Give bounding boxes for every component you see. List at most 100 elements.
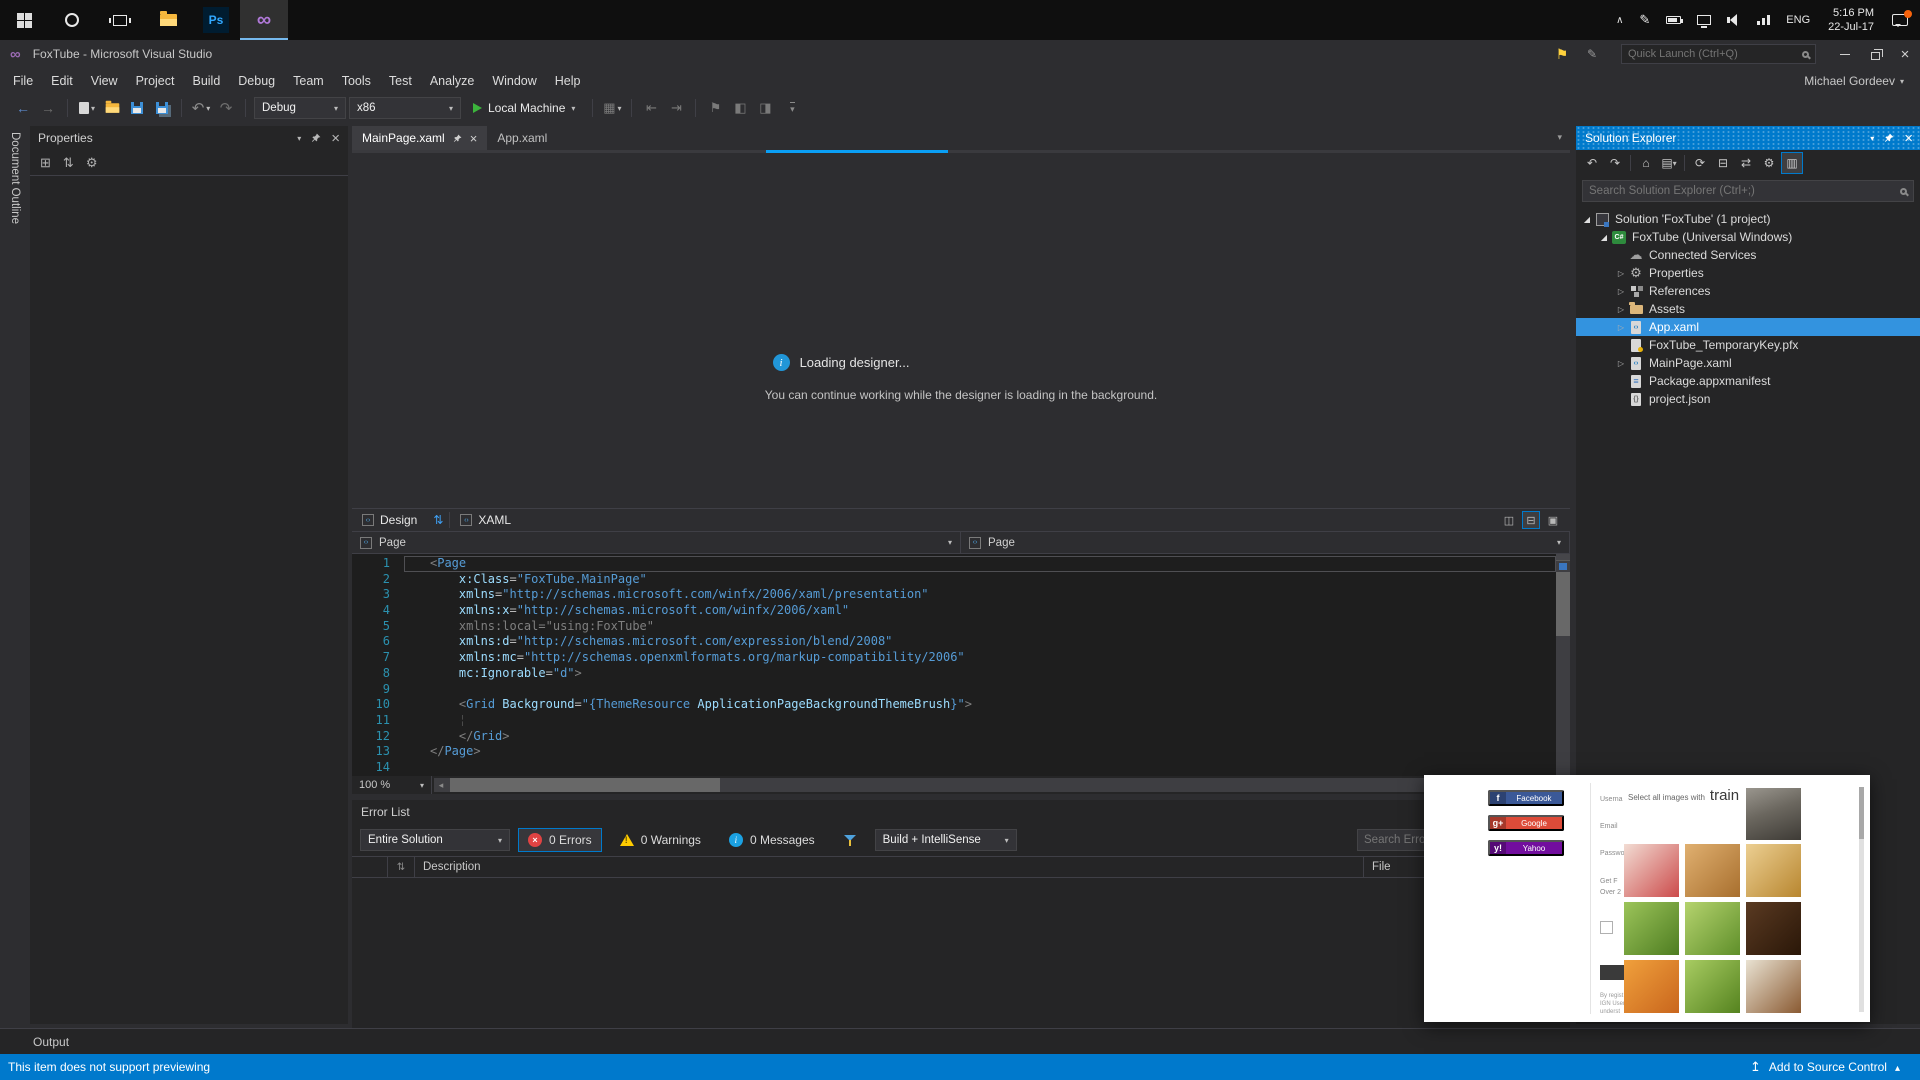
menu-help[interactable]: Help <box>546 68 590 94</box>
messages-filter-button[interactable]: 0 Messages <box>719 828 825 852</box>
comment-button[interactable]: ◧ <box>729 96 751 120</box>
build-intellisense-dropdown[interactable]: Build + IntelliSense <box>874 829 1017 851</box>
horizontal-split-button[interactable]: ⊟ <box>1522 511 1540 529</box>
horizontal-scrollbar[interactable]: ◂ ▸ <box>434 778 1568 792</box>
window-position-button[interactable] <box>297 134 301 143</box>
visual-studio-button[interactable] <box>240 0 288 40</box>
menu-file[interactable]: File <box>4 68 42 94</box>
code-line-1[interactable]: 1 <Page <box>352 556 1556 572</box>
captcha-tile-salad-bowl[interactable] <box>1685 960 1740 1013</box>
menu-team[interactable]: Team <box>284 68 333 94</box>
application-insights-button[interactable]: ▦ <box>601 96 623 120</box>
captcha-tile-cake[interactable] <box>1624 844 1679 897</box>
menu-window[interactable]: Window <box>483 68 545 94</box>
file-explorer-button[interactable] <box>144 0 192 40</box>
captcha-tile-train[interactable] <box>1746 788 1801 840</box>
redo-button[interactable] <box>215 96 237 120</box>
vertical-scrollbar[interactable] <box>1556 554 1570 776</box>
home-button[interactable]: ⌂ <box>1635 152 1657 174</box>
window-position-button[interactable] <box>1870 134 1874 143</box>
photoshop-button[interactable] <box>192 0 240 40</box>
facebook-login-button[interactable]: f Facebook <box>1488 790 1564 806</box>
toggle-bookmark-button[interactable]: ⚑ <box>704 96 726 120</box>
google-login-button[interactable]: g+ Google <box>1488 815 1564 831</box>
close-button[interactable] <box>1890 40 1920 68</box>
captcha-tile-salad[interactable] <box>1624 902 1679 955</box>
code-line-14[interactable]: 14 <box>352 760 1556 776</box>
add-to-source-control-button[interactable]: Add to Source Control <box>1769 1060 1887 1074</box>
expand-arrow-icon[interactable] <box>1614 359 1628 368</box>
properties-header[interactable]: Properties <box>30 126 348 150</box>
uncomment-button[interactable]: ◨ <box>754 96 776 120</box>
code-line-2[interactable]: 2 x:Class="FoxTube.MainPage" <box>352 572 1556 588</box>
tab-mainpage-xaml[interactable]: MainPage.xaml <box>352 126 488 150</box>
notifications-flag-button[interactable] <box>1547 40 1577 68</box>
property-pages-button[interactable] <box>86 155 98 171</box>
close-tab-button[interactable] <box>470 131 478 146</box>
expand-pane-button[interactable]: ▣ <box>1544 511 1562 529</box>
output-panel-header[interactable]: Output <box>0 1028 1920 1054</box>
swap-panes-button[interactable] <box>427 513 449 527</box>
expand-arrow-icon[interactable] <box>1614 323 1628 332</box>
pin-tab-button[interactable] <box>453 134 462 143</box>
navigate-forward-button[interactable] <box>37 96 59 120</box>
action-center-button[interactable] <box>1884 0 1916 40</box>
expand-arrow-icon[interactable] <box>1580 215 1594 224</box>
preview-overlay-window[interactable]: f Facebook g+ Google y! Yahoo Userna Email Pass… <box>1424 775 1870 1022</box>
menu-test[interactable]: Test <box>380 68 421 94</box>
submit-button[interactable] <box>1600 965 1626 980</box>
code-line-4[interactable]: 4 xmlns:x="http://schemas.microsoft.com/… <box>352 603 1556 619</box>
scrollbar-thumb[interactable] <box>1556 572 1570 636</box>
captcha-tile-greens[interactable] <box>1685 902 1740 955</box>
zoom-dropdown[interactable]: 100 % <box>352 776 432 794</box>
menu-edit[interactable]: Edit <box>42 68 82 94</box>
captcha-tile-oranges[interactable] <box>1624 960 1679 1013</box>
solution-explorer-search-input[interactable] <box>1589 185 1894 197</box>
solution-explorer-titlebar[interactable]: Solution Explorer <box>1576 126 1920 150</box>
code-line-7[interactable]: 7 xmlns:mc="http://schemas.openxmlformat… <box>352 650 1556 666</box>
decrease-indent-button[interactable]: ⇤ <box>640 96 662 120</box>
design-pane-tab[interactable]: Design <box>352 513 427 527</box>
split-handle[interactable] <box>1556 554 1570 561</box>
code-line-9[interactable]: 9 <box>352 682 1556 698</box>
scope-dropdown[interactable]: Entire Solution <box>360 829 510 851</box>
code-line-13[interactable]: 13 </Page> <box>352 744 1556 760</box>
tree-item-properties[interactable]: Properties <box>1576 264 1920 282</box>
menu-debug[interactable]: Debug <box>229 68 284 94</box>
minimize-button[interactable] <box>1830 40 1860 68</box>
forward-button[interactable]: ↷ <box>1604 152 1626 174</box>
start-button[interactable] <box>0 0 48 40</box>
captcha-tile-pastry[interactable] <box>1746 844 1801 897</box>
expand-arrow-icon[interactable] <box>1597 233 1611 242</box>
cortana-button[interactable] <box>48 0 96 40</box>
preview-selected-items-button[interactable]: ▥ <box>1781 152 1803 174</box>
checkbox[interactable] <box>1600 921 1613 934</box>
tray-expand-button[interactable] <box>1608 0 1631 40</box>
tree-item-connected-services[interactable]: Connected Services <box>1576 246 1920 264</box>
captcha-tile-bread-rolls[interactable] <box>1685 844 1740 897</box>
categorized-view-button[interactable] <box>40 155 51 171</box>
battery-button[interactable] <box>1658 0 1689 40</box>
document-outline-tab[interactable]: Document Outline <box>9 132 21 224</box>
column-description[interactable]: Description <box>415 857 1364 877</box>
error-list-header[interactable]: Error List <box>352 800 1570 824</box>
sync-with-active-document-button[interactable]: ⇄ <box>1735 152 1757 174</box>
pen-settings-button[interactable] <box>1631 0 1658 40</box>
feedback-button[interactable] <box>1577 40 1607 68</box>
save-button[interactable] <box>126 96 148 120</box>
solution-configuration-dropdown[interactable]: Debug <box>254 97 346 119</box>
captcha-tile-coffee-cup[interactable] <box>1746 960 1801 1013</box>
show-all-files-button[interactable]: ⚙ <box>1758 152 1780 174</box>
close-panel-button[interactable] <box>331 130 340 147</box>
solution-platform-dropdown[interactable]: x86 <box>349 97 461 119</box>
open-file-button[interactable] <box>101 96 123 120</box>
account-menu[interactable]: Michael Gordeev <box>1804 74 1920 88</box>
new-file-button[interactable] <box>76 96 98 120</box>
task-view-button[interactable] <box>96 0 144 40</box>
tree-item-references[interactable]: References <box>1576 282 1920 300</box>
tree-item-project-json[interactable]: project.json <box>1576 390 1920 408</box>
vertical-split-button[interactable]: ◫ <box>1500 511 1518 529</box>
code-line-11[interactable]: 11 ¦ <box>352 713 1556 729</box>
restore-button[interactable] <box>1860 40 1890 68</box>
quick-launch-input[interactable] <box>1628 48 1796 60</box>
